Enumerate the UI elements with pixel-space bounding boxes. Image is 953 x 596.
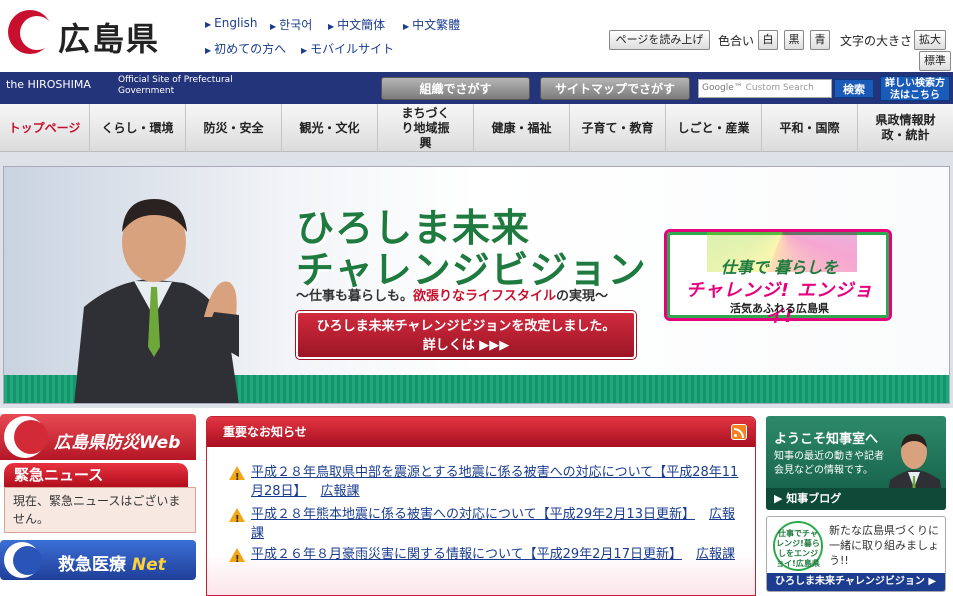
nav-prefectural-info[interactable]: 県政情報財政・統計 (858, 104, 953, 152)
notice-link[interactable]: 平成２６年８月豪雨災害に関する情報について【平成29年2月17日更新】 (251, 547, 682, 562)
rss-icon[interactable] (731, 424, 747, 440)
warning-icon (229, 508, 245, 529)
search-by-org-button[interactable]: 組織でさがす (381, 77, 530, 100)
important-notice-panel: 重要なお知らせ 平成２８年鳥取県中部を震源とする地震に係る被害への対応について【… (206, 416, 756, 596)
vision-revised-button[interactable]: ひろしま未来チャレンジビジョンを改定しました。 詳しくは ▶▶▶ (295, 310, 637, 360)
font-size-label: 文字の大きさ (840, 34, 913, 48)
nav-living-environment[interactable]: くらし・環境 (90, 104, 186, 152)
font-standard-button[interactable]: 標準 (919, 51, 951, 71)
dept-link[interactable]: 広報課 (696, 547, 735, 562)
triangle-right-icon: ▶ (205, 46, 212, 55)
official-site-label: Official Site of Prefectural Government (118, 75, 233, 96)
governor-photo (74, 199, 239, 403)
governor-office-desc: 知事の最近の動きや記者会見などの情報です。 (774, 451, 884, 476)
hero-subtitle: ～仕事も暮らしも。欲張りなライフスタイルの実現～ (296, 289, 609, 304)
triangle-right-icon: ▶ (301, 46, 308, 55)
link-first-visit[interactable]: ▶ 初めての方へ (205, 40, 286, 57)
kyukyu-logo-icon (4, 542, 42, 578)
nav-work-industry[interactable]: しごと・産業 (666, 104, 762, 152)
governor-office-title: ようこそ知事室へ (774, 432, 879, 447)
vision-promo-desc: 新たな広島県づくりに一緒に取り組みましょう!! (829, 524, 939, 567)
dept-link[interactable]: 広報課 (321, 484, 360, 499)
color-label: 色合い (718, 34, 755, 48)
lang-link-english[interactable]: ▶ English (205, 16, 258, 30)
emergency-news-body: 現在、緊急ニュースはございません。 (4, 487, 196, 533)
governor-office-banner[interactable]: ようこそ知事室へ 知事の最近の動きや記者会見などの情報です。 ▶ 知事ブログ (766, 416, 946, 510)
lang-link-chinese-simplified[interactable]: ▶ 中文簡体 (328, 16, 385, 33)
important-notice-header: 重要なお知らせ (207, 417, 755, 447)
color-black-button[interactable]: 黒 (784, 30, 804, 50)
nav-tourism-culture[interactable]: 観光・文化 (282, 104, 378, 152)
read-aloud-button[interactable]: ページを読み上げ (609, 30, 710, 50)
the-hiroshima-label: the HIROSHIMA (6, 78, 91, 91)
bousai-web-title[interactable]: 広島県防災Web (54, 428, 180, 453)
vision-logo-line3: 活気あふれる広島県 (730, 302, 829, 315)
nav-town-development[interactable]: まちづくり地域振興 (378, 104, 474, 152)
vision-logo: 仕事で 暮らしを チャレンジ! エンジョイ! 活気あふれる広島県 (664, 229, 892, 327)
link-mobile-site[interactable]: ▶ モバイルサイト (301, 40, 394, 57)
triangle-right-icon: ▶ (205, 20, 212, 29)
list-item: 平成２８年熊本地震に係る被害への対応について【平成29年2月13日更新】広報課 (229, 505, 739, 543)
important-notice-title: 重要なお知らせ (223, 425, 307, 439)
vision-promo-banner[interactable]: 仕事でチャレンジ!暮らしをエンジョイ!広島県 新たな広島県づくりに一緒に取り組み… (766, 516, 946, 592)
nav-childcare-education[interactable]: 子育て・教育 (570, 104, 666, 152)
important-notice-list: 平成２８年鳥取県中部を震源とする地震に係る被害への対応について【平成28年11月… (207, 447, 755, 595)
triangle-right-icon: ▶ (403, 22, 410, 31)
lang-link-korean[interactable]: ▶ 한국어 (270, 16, 312, 33)
warning-icon (229, 548, 245, 569)
search-button[interactable]: 検索 (834, 79, 874, 98)
nav-disaster-safety[interactable]: 防災・安全 (186, 104, 282, 152)
governor-blog-link[interactable]: ▶ 知事ブログ (766, 488, 946, 510)
nav-top-page[interactable]: トップページ (0, 104, 90, 152)
kyukyu-iryo-net-title[interactable]: 救急医療 Net (58, 550, 166, 575)
hero-banner[interactable]: ひろしま未来 チャレンジビジョン ～仕事も暮らしも。欲張りなライフスタイルの実現… (3, 166, 950, 404)
vision-logo-line1: 仕事で 暮らしを (720, 258, 839, 277)
search-by-sitemap-button[interactable]: サイトマップでさがす (540, 77, 690, 100)
bousai-logo-icon (4, 416, 48, 458)
nav-peace-international[interactable]: 平和・国際 (762, 104, 858, 152)
list-item: 平成２８年鳥取県中部を震源とする地震に係る被害への対応について【平成28年11月… (229, 463, 739, 501)
vision-promo-link[interactable]: ひろしま未来チャレンジビジョン ▶ (767, 573, 945, 591)
custom-search-input[interactable]: Google™ Custom Search (698, 79, 832, 98)
lang-link-chinese-traditional[interactable]: ▶ 中文繁體 (403, 16, 460, 33)
detail-search-link[interactable]: 詳しい検索方法はこちら (880, 76, 950, 101)
triangle-right-icon: ▶ (328, 22, 335, 31)
emergency-news-heading: 緊急ニュース (4, 463, 188, 487)
warning-icon (229, 466, 245, 487)
nav-health-welfare[interactable]: 健康・福祉 (474, 104, 570, 152)
font-enlarge-button[interactable]: 拡大 (914, 30, 946, 50)
hiroshima-logo-icon[interactable] (8, 10, 54, 54)
triangle-right-icon: ▶ (270, 22, 277, 31)
list-item: 平成２６年８月豪雨災害に関する情報について【平成29年2月17日更新】広報課 (229, 545, 739, 569)
color-blue-button[interactable]: 青 (810, 30, 830, 50)
color-white-button[interactable]: 白 (758, 30, 778, 50)
site-title[interactable]: 広島県 (58, 14, 160, 60)
notice-link[interactable]: 平成２８年熊本地震に係る被害への対応について【平成29年2月13日更新】 (251, 507, 695, 522)
vision-small-logo: 仕事でチャレンジ!暮らしをエンジョイ!広島県 (773, 521, 823, 571)
